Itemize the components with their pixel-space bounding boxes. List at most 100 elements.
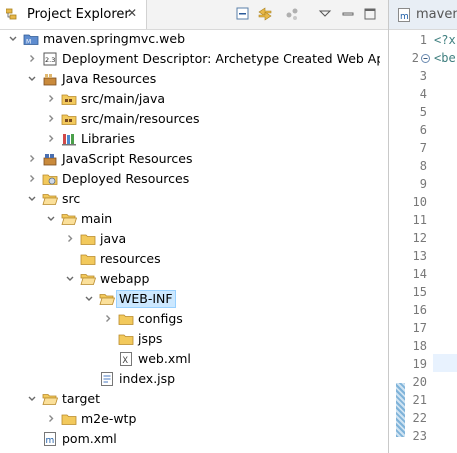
project-explorer-tab[interactable]: Project Explorer ✕ — [0, 0, 147, 29]
tree-item[interactable]: Java Resources — [0, 69, 380, 89]
chevron-down-icon[interactable] — [45, 209, 57, 229]
line-number: 22 — [412, 411, 427, 425]
svg-text:m: m — [46, 436, 55, 446]
tree-item-label: resources — [100, 251, 161, 266]
tree-item[interactable]: resources — [0, 249, 380, 269]
folder-icon — [118, 314, 134, 325]
deployment-descriptor-icon: 2.3 — [43, 52, 57, 66]
maven-pom-icon: m — [44, 432, 56, 446]
editor-tabbar: m maven. — [389, 0, 457, 30]
close-icon[interactable]: ✕ — [127, 6, 137, 20]
line-number: 23 — [412, 429, 427, 443]
tree-item-label: maven.springmvc.web — [43, 31, 186, 46]
tree-item-label: Deployment Descriptor: Archetype Created… — [62, 51, 380, 66]
chevron-down-icon[interactable] — [26, 389, 38, 409]
project-explorer-view: Project Explorer ✕ Mmaven.springmvc.web 2… — [0, 0, 389, 453]
tree-item[interactable]: configs — [0, 309, 380, 329]
change-ruler — [396, 383, 405, 437]
maven-pom-icon: m — [398, 8, 410, 22]
chevron-right-icon[interactable] — [45, 89, 57, 109]
line-number: 6 — [419, 123, 427, 137]
folder-open-icon — [42, 194, 58, 205]
editor-tab[interactable]: m maven. — [389, 0, 457, 29]
tree-item[interactable]: Libraries — [0, 129, 380, 149]
line-number: 17 — [412, 321, 427, 335]
folder-icon — [118, 334, 134, 345]
tree-item[interactable]: 2.3 Deployment Descriptor: Archetype Crea… — [0, 49, 380, 69]
tree-item-label: jsps — [138, 331, 163, 346]
deployed-resources-icon — [42, 174, 58, 185]
java-resources-icon — [43, 74, 57, 86]
folder-open-icon — [80, 274, 96, 285]
chevron-right-icon[interactable] — [26, 49, 38, 69]
line-number: 18 — [412, 339, 427, 353]
line-number: 5 — [419, 105, 427, 119]
tree-item[interactable]: Deployed Resources — [0, 169, 380, 189]
tree-item[interactable]: src — [0, 189, 380, 209]
editor-tab-label: maven. — [416, 7, 457, 22]
tree-item-label: m2e-wtp — [81, 411, 137, 426]
folder-icon — [80, 254, 96, 265]
tree-item-label: configs — [138, 311, 183, 326]
tree-item[interactable]: index.jsp — [0, 369, 380, 389]
minimize-icon[interactable] — [339, 5, 357, 23]
tree-item[interactable]: jsps — [0, 329, 380, 349]
tree-item-label: Java Resources — [62, 71, 157, 86]
code-line: <be — [434, 51, 456, 65]
tree-item[interactable]: Mmaven.springmvc.web — [0, 29, 380, 49]
tree-item[interactable]: java — [0, 229, 380, 249]
tree-item-label: webapp — [100, 271, 150, 286]
tree-item[interactable]: m2e-wtp — [0, 409, 380, 429]
tree-item-label: Libraries — [81, 131, 135, 146]
chevron-right-icon[interactable] — [26, 169, 38, 189]
tree-item[interactable]: WEB-INF — [0, 289, 380, 309]
tree-item[interactable]: webapp — [0, 269, 380, 289]
tree-item[interactable]: Xweb.xml — [0, 349, 380, 369]
chevron-right-icon[interactable] — [26, 149, 38, 169]
chevron-right-icon[interactable] — [64, 229, 76, 249]
chevron-down-icon[interactable] — [83, 289, 95, 309]
line-number: 7 — [419, 141, 427, 155]
view-menu-icon[interactable] — [316, 5, 334, 23]
line-number-gutter: 1 2 3 4 5 6 7 8 9 10 11 12 13 14 15 16 17 18 19 20 21 22 23 — [389, 29, 431, 453]
link-with-editor-icon[interactable] — [256, 5, 274, 23]
fold-toggle-icon[interactable] — [421, 54, 430, 63]
tree-item-label: src/main/resources — [81, 111, 200, 126]
focus-on-active-icon[interactable] — [283, 5, 301, 23]
line-number: 14 — [412, 267, 427, 281]
line-number: 8 — [419, 159, 427, 173]
line-number: 3 — [419, 69, 427, 83]
chevron-right-icon[interactable] — [45, 129, 57, 149]
editor-text[interactable]: <?x <be — [431, 29, 457, 453]
tree-item[interactable]: JavaScript Resources — [0, 149, 380, 169]
folder-icon — [61, 414, 77, 425]
chevron-right-icon[interactable] — [45, 409, 57, 429]
tree-item-label: pom.xml — [62, 431, 117, 446]
javascript-resources-icon — [43, 154, 57, 166]
tree-item[interactable]: src/main/java — [0, 89, 380, 109]
chevron-down-icon[interactable] — [64, 269, 76, 289]
chevron-down-icon[interactable] — [26, 189, 38, 209]
project-explorer-icon — [6, 8, 17, 20]
chevron-right-icon[interactable] — [45, 109, 57, 129]
chevron-right-icon[interactable] — [102, 309, 114, 329]
tree-item-label: java — [100, 231, 127, 246]
line-number: 4 — [419, 87, 427, 101]
chevron-down-icon[interactable] — [7, 29, 19, 49]
tree-item[interactable]: m pom.xml — [0, 429, 380, 449]
chevron-down-icon[interactable] — [26, 69, 38, 89]
maximize-icon[interactable] — [361, 5, 379, 23]
project-explorer-tab-label: Project Explorer — [27, 7, 130, 22]
tree-item-label: Deployed Resources — [62, 171, 190, 186]
source-folder-icon — [61, 94, 77, 105]
maven-project-icon: M — [23, 34, 39, 46]
source-folder-icon — [61, 114, 77, 125]
line-number: 11 — [412, 213, 427, 227]
line-number: 19 — [412, 357, 427, 371]
tree-item[interactable]: target — [0, 389, 380, 409]
collapse-all-icon[interactable] — [234, 5, 252, 23]
line-number: 13 — [412, 249, 427, 263]
project-tree: Mmaven.springmvc.web 2.3 Deployment Descri… — [0, 29, 380, 453]
tree-item[interactable]: src/main/resources — [0, 109, 380, 129]
tree-item[interactable]: main — [0, 209, 380, 229]
